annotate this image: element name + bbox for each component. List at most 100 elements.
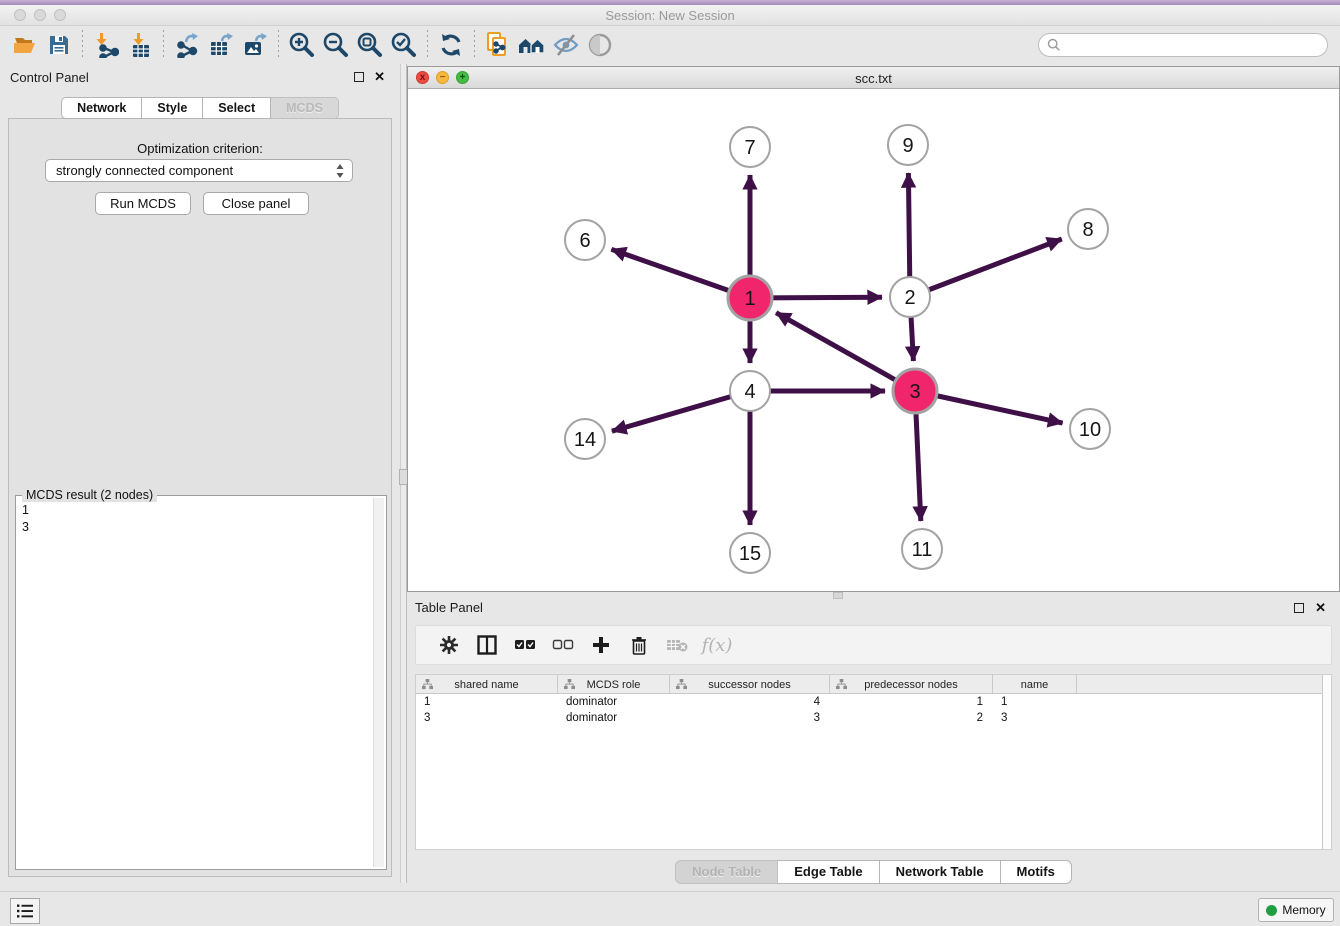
table-cell[interactable]: 1 xyxy=(993,694,1077,710)
memory-button[interactable]: Memory xyxy=(1258,898,1334,922)
table-scrollbar[interactable] xyxy=(1322,675,1331,849)
zoom-selected-button[interactable] xyxy=(387,29,421,61)
float-panel-button[interactable] xyxy=(354,72,364,82)
first-neighbors-button[interactable] xyxy=(515,29,549,61)
graph-edge-3-1[interactable] xyxy=(776,313,915,391)
select-chevrons-icon xyxy=(335,161,345,187)
delete-table-button[interactable] xyxy=(658,629,696,661)
graph-edge-2-8[interactable] xyxy=(910,239,1062,297)
tab-select[interactable]: Select xyxy=(203,97,271,119)
mcds-result-text[interactable]: 1 3 xyxy=(22,502,370,865)
toolbar-divider xyxy=(427,30,428,60)
export-image-button[interactable] xyxy=(238,29,272,61)
houses-icon xyxy=(517,33,547,57)
apply-layout-button[interactable] xyxy=(434,29,468,61)
zoom-out-button[interactable] xyxy=(319,29,353,61)
graph-node-label-6: 6 xyxy=(579,230,590,252)
column-header-successor-nodes[interactable]: successor nodes xyxy=(670,675,830,694)
export-table-button[interactable] xyxy=(204,29,238,61)
graph-edge-4-14[interactable] xyxy=(612,391,750,431)
export-network-button[interactable] xyxy=(170,29,204,61)
tab-node-table[interactable]: Node Table xyxy=(675,860,778,884)
close-panel-button[interactable]: ✕ xyxy=(374,69,385,84)
search-field[interactable] xyxy=(1038,33,1328,57)
checked-boxes-icon xyxy=(514,638,536,652)
select-all-columns-button[interactable] xyxy=(506,629,544,661)
table-cell[interactable]: 4 xyxy=(670,694,830,710)
mcds-result-group: MCDS result (2 nodes) 1 3 xyxy=(15,495,387,870)
tab-motifs[interactable]: Motifs xyxy=(1001,860,1072,884)
mcds-result-title: MCDS result (2 nodes) xyxy=(22,488,157,502)
column-header-shared-name[interactable]: shared name xyxy=(416,675,558,694)
table-cell[interactable]: dominator xyxy=(558,694,670,710)
control-panel: Control Panel ✕ NetworkStyleSelectMCDS O… xyxy=(0,64,400,883)
graph-node-label-7: 7 xyxy=(744,137,755,159)
add-column-button[interactable] xyxy=(582,629,620,661)
float-table-panel-button[interactable] xyxy=(1294,603,1304,613)
delete-column-button[interactable] xyxy=(620,629,658,661)
zoom-out-icon xyxy=(322,31,350,59)
table-row[interactable]: 3dominator323 xyxy=(416,710,1331,726)
import-network-button[interactable] xyxy=(89,29,123,61)
search-input[interactable] xyxy=(1066,38,1327,53)
graph-node-label-9: 9 xyxy=(902,135,913,157)
column-header-mcds-role[interactable]: MCDS role xyxy=(558,675,670,694)
network-graph: 7968124314101511 xyxy=(408,89,1339,591)
tab-network-table[interactable]: Network Table xyxy=(880,860,1001,884)
new-network-from-selection-button[interactable] xyxy=(481,29,515,61)
table-cell[interactable]: 1 xyxy=(416,694,558,710)
node-table-body: 1dominator4113dominator323 xyxy=(416,694,1331,726)
tab-edge-table[interactable]: Edge Table xyxy=(778,860,879,884)
tab-style[interactable]: Style xyxy=(142,97,203,119)
columns-icon xyxy=(477,635,497,655)
zoom-in-button[interactable] xyxy=(285,29,319,61)
network-canvas[interactable]: 7968124314101511 xyxy=(408,89,1339,591)
show-columns-button[interactable] xyxy=(468,629,506,661)
graph-node-label-11: 11 xyxy=(912,539,933,561)
deselect-all-columns-button[interactable] xyxy=(544,629,582,661)
network-window: x − + scc.txt 7968124314101511 xyxy=(407,66,1340,592)
table-cell[interactable]: 2 xyxy=(830,710,993,726)
tab-mcds[interactable]: MCDS xyxy=(271,97,339,119)
criterion-select[interactable]: strongly connected component xyxy=(45,159,353,182)
column-tree-icon xyxy=(676,679,687,690)
table-row[interactable]: 1dominator411 xyxy=(416,694,1331,710)
save-session-button[interactable] xyxy=(42,29,76,61)
result-scrollbar[interactable] xyxy=(373,498,384,867)
function-builder-button[interactable]: f(x) xyxy=(696,629,734,661)
table-cell[interactable]: 3 xyxy=(670,710,830,726)
open-folder-icon xyxy=(12,33,38,57)
hide-selected-button[interactable] xyxy=(549,29,583,61)
close-panel-button-inner[interactable]: Close panel xyxy=(203,192,309,215)
optimization-criterion-label: Optimization criterion: xyxy=(9,141,391,156)
table-cell[interactable]: dominator xyxy=(558,710,670,726)
plus-icon xyxy=(592,636,610,654)
table-toolbar: f(x) xyxy=(415,625,1332,665)
eye-slash-icon xyxy=(552,33,580,57)
toolbar-divider xyxy=(82,30,83,60)
show-all-button[interactable] xyxy=(583,29,617,61)
table-options-button[interactable] xyxy=(430,629,468,661)
column-header-predecessor-nodes[interactable]: predecessor nodes xyxy=(830,675,993,694)
import-network-icon xyxy=(93,32,119,58)
vertical-splitter[interactable] xyxy=(400,64,407,883)
task-history-button[interactable] xyxy=(10,898,40,924)
close-table-panel-button[interactable]: ✕ xyxy=(1315,600,1326,615)
tab-network[interactable]: Network xyxy=(61,97,142,119)
table-panel-titlebar: Table Panel ✕ xyxy=(407,595,1340,619)
network-window-titlebar[interactable]: x − + scc.txt xyxy=(408,67,1339,89)
open-session-button[interactable] xyxy=(8,29,42,61)
run-mcds-button[interactable]: Run MCDS xyxy=(95,192,191,215)
zoom-fit-button[interactable] xyxy=(353,29,387,61)
graph-node-label-15: 15 xyxy=(739,543,761,565)
table-cell[interactable]: 1 xyxy=(830,694,993,710)
table-cell[interactable]: 3 xyxy=(993,710,1077,726)
column-tree-icon xyxy=(422,679,433,690)
import-table-button[interactable] xyxy=(123,29,157,61)
table-cell[interactable]: 3 xyxy=(416,710,558,726)
column-header-name[interactable]: name xyxy=(993,675,1077,694)
main-toolbar xyxy=(0,26,1340,64)
graph-node-label-2: 2 xyxy=(904,287,915,309)
export-network-icon xyxy=(174,32,200,58)
app-title: Session: New Session xyxy=(0,8,1340,23)
